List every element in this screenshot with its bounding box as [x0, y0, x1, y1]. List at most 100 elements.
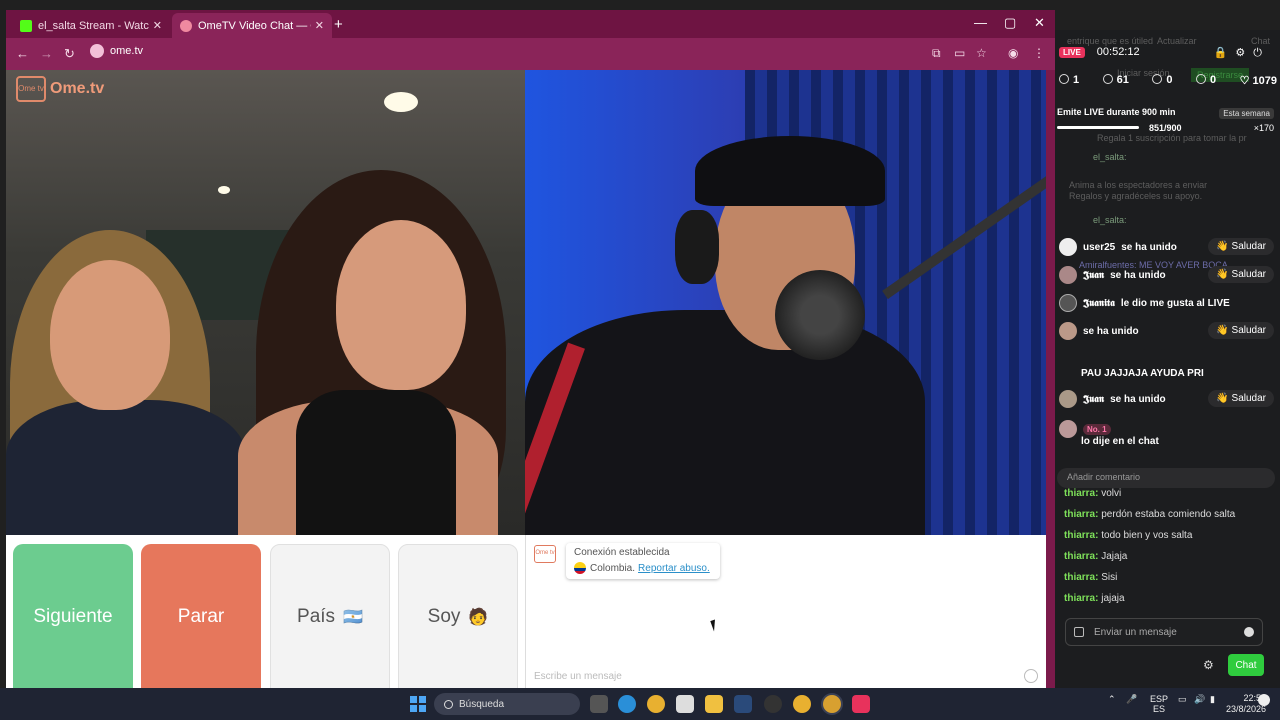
system-message: Conexión establecida Colombia. Reportar …	[566, 543, 720, 579]
ometv-logo: Ome tv Ome.tv	[16, 76, 104, 102]
tab-strip: el_salta Stream - Watch Live on ✕ OmeTV …	[6, 10, 1055, 38]
battery-icon[interactable]: ▮	[1210, 694, 1215, 705]
tab-ometv[interactable]: OmeTV Video Chat — Ome ✕	[172, 13, 332, 38]
browser-window: el_salta Stream - Watch Live on ✕ OmeTV …	[6, 10, 1055, 690]
avatar	[1059, 238, 1077, 256]
gender-label: Soy	[427, 606, 461, 627]
microphone	[775, 270, 865, 360]
cast-icon[interactable]: ▭	[954, 46, 965, 60]
person-icon: 🧑	[468, 609, 489, 626]
next-button[interactable]: Siguiente	[13, 544, 133, 690]
next-button-label: Siguiente	[33, 606, 113, 627]
close-tab-icon[interactable]: ✕	[153, 19, 162, 32]
wave-icon: 👋	[1216, 393, 1232, 404]
edge-icon[interactable]	[618, 695, 636, 713]
feed-item: se ha unido	[1059, 322, 1139, 340]
emote-icon[interactable]	[1244, 627, 1254, 637]
feed-item: 𝕵𝖚𝖆𝖓 se ha unido	[1059, 390, 1166, 408]
address-bar[interactable]: ome.tv	[90, 44, 143, 58]
users-icon	[1059, 74, 1069, 84]
desktop: el_salta Stream - Watch Live on ✕ OmeTV …	[0, 0, 1280, 720]
bookmark-star-icon[interactable]: ☆	[976, 46, 987, 60]
translate-icon[interactable]: ⧉	[932, 46, 941, 61]
stream-chat-message: thiarra: Jajaja	[1064, 551, 1128, 562]
emoji-icon[interactable]	[1024, 669, 1038, 683]
chrome-icon[interactable]	[793, 695, 811, 713]
chrome-active-icon[interactable]	[823, 695, 841, 713]
send-chat-button[interactable]: Chat	[1228, 654, 1264, 676]
feed-item: user25 se ha unido	[1059, 238, 1177, 256]
comment-input[interactable]: Añadir comentario	[1057, 468, 1275, 488]
gift-icon	[1152, 74, 1163, 84]
store-icon[interactable]	[676, 695, 694, 713]
goal-period: Esta semana	[1219, 108, 1274, 119]
language-indicator[interactable]: ESP ES	[1150, 694, 1168, 714]
ghost-text: entrique que es útiled	[1067, 36, 1154, 46]
send-message-input[interactable]: Enviar un mensaje	[1065, 618, 1263, 646]
stop-button[interactable]: Parar	[141, 544, 261, 690]
chrome-icon[interactable]	[647, 695, 665, 713]
live-goal: Emite LIVE durante 900 min	[1057, 107, 1176, 117]
live-stats: 1 61 0 0 ♡ 1079	[1059, 74, 1277, 87]
tiktok-icon[interactable]	[852, 695, 870, 713]
site-info-icon[interactable]	[90, 44, 104, 58]
microphone-icon[interactable]: 🎤	[1126, 694, 1137, 705]
stream-chat-message: thiarra: Sisi	[1064, 572, 1118, 583]
live-badge: LIVE	[1059, 46, 1085, 58]
taskbar-search[interactable]: Búsqueda	[434, 693, 580, 715]
reload-icon[interactable]: ↻	[64, 46, 75, 62]
cap	[695, 136, 885, 206]
menu-icon[interactable]: ⋮	[1033, 46, 1045, 60]
connection-status: Conexión establecida	[574, 547, 670, 558]
ometv-chat: Ome tv Conexión establecida Colombia. Re…	[525, 535, 1046, 688]
forward-icon[interactable]: →	[40, 46, 53, 61]
stream-chat-message: thiarra: perdón estaba comiendo salta	[1064, 509, 1236, 520]
kick-favicon-icon	[20, 19, 32, 32]
goal-progress-bar	[1057, 126, 1139, 129]
network-icon[interactable]: ▭	[1178, 694, 1187, 705]
obs-icon[interactable]	[764, 695, 782, 713]
close-tab-icon[interactable]: ✕	[315, 19, 324, 32]
heart-icon: ♡	[1239, 75, 1253, 87]
report-abuse-link[interactable]: Reportar abuso.	[638, 563, 710, 574]
gender-filter-button[interactable]: Soy 🧑	[398, 544, 518, 690]
stranger-video: Ome tv Ome.tv	[6, 70, 525, 535]
url-text: ome.tv	[110, 45, 144, 57]
windows-start-icon[interactable]	[410, 696, 426, 712]
file-explorer-icon[interactable]	[705, 695, 723, 713]
viewers-stat: 1	[1059, 74, 1079, 87]
ometv-favicon-icon	[180, 19, 192, 32]
minimize-icon[interactable]: —	[974, 15, 987, 30]
new-tab-icon[interactable]: +	[334, 16, 343, 33]
chat-settings-gear-icon[interactable]: ⚙	[1203, 658, 1214, 672]
heart-avatar-icon	[1059, 294, 1077, 312]
tab-kick-stream[interactable]: el_salta Stream - Watch Live on ✕	[12, 13, 170, 38]
live-controls-icon[interactable]: 🔒⚙⏻	[1214, 46, 1270, 60]
ghost-gift: Regala 1 suscripción para tomar la pr	[1097, 133, 1247, 143]
argentina-flag-icon: 🇦🇷	[343, 609, 363, 626]
feed-item: PAU JAJJAJA AYUDA PRI	[1081, 368, 1204, 379]
greet-button[interactable]: 👋 Saludar	[1208, 238, 1274, 255]
notification-icon[interactable]	[1258, 694, 1270, 706]
task-view-icon[interactable]	[590, 695, 608, 713]
country-label: País	[297, 606, 336, 627]
tray-chevron-icon[interactable]: ⌃	[1108, 694, 1116, 705]
steam-icon[interactable]	[734, 695, 752, 713]
taskbar-search-label: Búsqueda	[459, 698, 505, 710]
profile-icon[interactable]: ◉	[1008, 46, 1018, 60]
taskbar: Búsqueda ⌃ 🎤 ESP ES ▭ 🔊 ▮ 22:58 23/8/2026	[0, 688, 1280, 720]
greet-button[interactable]: 👋 Saludar	[1208, 390, 1274, 407]
greet-button[interactable]: 👋 Saludar	[1208, 322, 1274, 339]
browser-toolbar: ← → ↻ ome.tv ⧉ ▭ ☆ ◉ ⋮	[6, 38, 1055, 70]
country-filter-button[interactable]: País 🇦🇷	[270, 544, 390, 690]
chat-input[interactable]: Escribe un mensaje	[534, 671, 622, 682]
ceiling-light	[218, 186, 230, 194]
greet-button[interactable]: 👋 Saludar	[1208, 266, 1274, 283]
close-window-icon[interactable]: ✕	[1034, 15, 1045, 31]
back-icon[interactable]: ←	[16, 46, 29, 61]
stream-chat-message: thiarra: jajaja	[1064, 593, 1125, 604]
maximize-icon[interactable]: ▢	[1004, 15, 1016, 31]
feed-item: lo dije en el chat	[1081, 436, 1159, 447]
volume-icon[interactable]: 🔊	[1194, 694, 1205, 705]
send-message-placeholder: Enviar un mensaje	[1094, 626, 1177, 638]
